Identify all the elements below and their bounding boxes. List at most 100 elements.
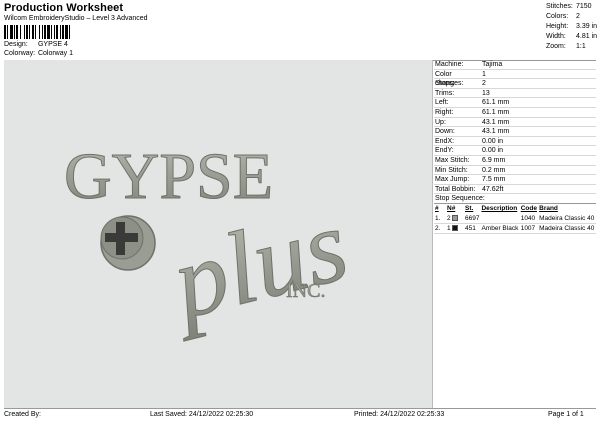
worksheet-title: Production Worksheet bbox=[4, 2, 124, 14]
barcode bbox=[4, 25, 70, 39]
info-row: Right: 61.1 mm bbox=[434, 108, 596, 118]
barcode-bar bbox=[20, 25, 21, 39]
info-label: EndX: bbox=[435, 137, 455, 145]
software-subtitle: Wilcom EmbroideryStudio – Level 3 Advanc… bbox=[4, 15, 148, 22]
info-value: 47.62ft bbox=[482, 185, 504, 193]
barcode-bar bbox=[62, 25, 64, 39]
stat-label: Height: bbox=[546, 23, 569, 30]
design-label: Design: bbox=[4, 41, 28, 48]
stop-sequence-table: # N# St. Description Code Brand 1. 2 669… bbox=[434, 204, 596, 234]
stat-row: Stitches: 7150 bbox=[546, 2, 597, 12]
info-label: Stops: bbox=[435, 80, 455, 88]
plus-badge-icon bbox=[100, 215, 156, 271]
info-label: Down: bbox=[435, 128, 455, 136]
stat-label: Zoom: bbox=[546, 43, 566, 50]
info-label: Color changes: bbox=[435, 70, 464, 88]
barcode-bar bbox=[65, 25, 68, 39]
stat-row: Zoom: 1:1 bbox=[546, 42, 597, 52]
stat-value: 2 bbox=[576, 13, 580, 20]
barcode-bar bbox=[56, 25, 58, 39]
info-label: EndY: bbox=[435, 147, 454, 155]
info-row: Trims: 13 bbox=[434, 89, 596, 99]
logo-word-inc: INC. bbox=[286, 280, 325, 302]
info-label: Left: bbox=[435, 99, 449, 107]
printed-date: Printed: 24/12/2022 02:25:33 bbox=[354, 411, 445, 418]
barcode-bar bbox=[32, 25, 34, 39]
info-row: Machine: Tajima bbox=[434, 60, 596, 70]
row-index: 2. bbox=[434, 223, 446, 234]
thread-description: Amber Black bbox=[480, 223, 520, 234]
barcode-bar bbox=[10, 25, 13, 39]
row-index: 1. bbox=[434, 213, 446, 224]
col-header: Code bbox=[520, 205, 537, 213]
info-value: 13 bbox=[482, 89, 490, 97]
barcode-bar bbox=[24, 25, 25, 39]
barcode-bar bbox=[47, 25, 50, 39]
info-row: Color changes: 1 bbox=[434, 70, 596, 88]
thread-brand: Madeira Classic 40 bbox=[538, 213, 596, 224]
stat-row: Height: 3.39 in bbox=[546, 22, 597, 32]
design-value: GYPSE 4 bbox=[37, 41, 68, 48]
thread-brand: Madeira Classic 40 bbox=[538, 223, 596, 234]
stitch-count: 6697 bbox=[464, 213, 481, 224]
barcode-bar bbox=[16, 25, 18, 39]
design-preview: GYPSE plus INC. bbox=[4, 60, 433, 408]
info-value: 61.1 mm bbox=[482, 108, 510, 116]
barcode-bar bbox=[29, 25, 30, 39]
thread-code: 1040 bbox=[519, 213, 539, 224]
info-value: 2 bbox=[482, 80, 486, 88]
col-header: Description bbox=[481, 205, 518, 213]
barcode-bar bbox=[26, 25, 28, 39]
needle-cell: 1 bbox=[446, 223, 464, 234]
last-saved: Last Saved: 24/12/2022 02:25:30 bbox=[150, 411, 254, 418]
col-header: N# bbox=[447, 205, 456, 213]
stat-value: 3.39 in bbox=[576, 23, 598, 30]
footer-divider bbox=[4, 408, 596, 409]
stat-row: Width: 4.81 in bbox=[546, 32, 597, 42]
barcode-bar bbox=[35, 25, 36, 39]
col-header: St. bbox=[465, 205, 474, 213]
barcode-bar bbox=[7, 25, 8, 39]
info-row: Min Stitch: 0.2 mm bbox=[434, 166, 596, 176]
needle-number: 2 bbox=[447, 214, 451, 222]
info-value: 0.2 mm bbox=[482, 166, 506, 174]
info-label: Min Stitch: bbox=[435, 166, 468, 174]
needle-cell: 2 bbox=[446, 213, 464, 224]
stat-value: 1:1 bbox=[576, 43, 586, 50]
stitch-count: 451 bbox=[464, 223, 481, 234]
info-value: 43.1 mm bbox=[482, 128, 510, 136]
color-swatch bbox=[452, 225, 459, 232]
colorway-value: Colorway 1 bbox=[37, 50, 73, 57]
info-value: 0.00 in bbox=[482, 147, 504, 155]
info-label: Max Jump: bbox=[435, 176, 470, 184]
thread-code: 1007 bbox=[519, 223, 539, 234]
machine-info-panel: Machine: Tajima Color changes: 1 Stops: 2 Trim… bbox=[434, 60, 596, 234]
info-row: Stops: 2 bbox=[434, 79, 596, 89]
info-value: 0.00 in bbox=[482, 137, 504, 145]
info-row: Max Jump: 7.5 mm bbox=[434, 175, 596, 185]
barcode-bar bbox=[4, 25, 6, 39]
info-row: Left: 61.1 mm bbox=[434, 98, 596, 108]
info-label: Max Stitch: bbox=[435, 156, 470, 164]
barcode-bar bbox=[14, 25, 15, 39]
info-label: Total Bobbin: bbox=[435, 185, 476, 193]
info-row: Max Stitch: 6.9 mm bbox=[434, 156, 596, 166]
stat-value: 7150 bbox=[576, 3, 592, 10]
barcode-bar bbox=[51, 25, 52, 39]
barcode-bar bbox=[69, 25, 70, 39]
colorway-label: Colorway: bbox=[4, 50, 36, 57]
info-value: 7.5 mm bbox=[482, 176, 506, 184]
logo-word-gypse: GYPSE bbox=[64, 140, 273, 213]
table-row: 1. 2 6697 1040 Madeira Classic 40 bbox=[434, 213, 596, 224]
info-value: Tajima bbox=[482, 61, 503, 68]
barcode-bar bbox=[44, 25, 46, 39]
barcode-bar bbox=[60, 25, 61, 39]
info-row: EndX: 0.00 in bbox=[434, 137, 596, 147]
table-row: 2. 1 451 Amber Black 1007 Madeira Classi… bbox=[434, 223, 596, 234]
info-row: EndY: 0.00 in bbox=[434, 146, 596, 156]
info-value: 1 bbox=[482, 70, 486, 78]
color-swatch bbox=[452, 214, 459, 221]
design-name-row: Design: GYPSE 4 bbox=[4, 41, 68, 48]
info-label: Trims: bbox=[435, 89, 455, 97]
col-header: # bbox=[435, 205, 439, 213]
